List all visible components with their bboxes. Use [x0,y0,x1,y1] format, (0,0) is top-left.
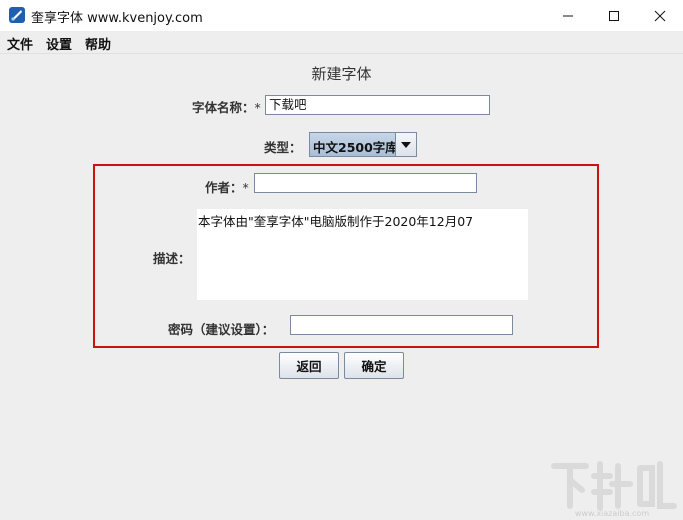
app-logo-icon [9,7,25,23]
author-label-text: 作者： [205,180,243,195]
svg-text:www.xiazaiba.com: www.xiazaiba.com [575,509,649,518]
watermark-logo-icon: www.xiazaiba.com [551,461,677,518]
minimize-icon [563,15,573,16]
confirm-button[interactable]: 确定 [344,352,404,379]
window-title: 奎享字体 www.kvenjoy.com [31,11,203,26]
menu-help[interactable]: 帮助 [85,34,111,53]
font-name-label-text: 字体名称： [192,100,255,115]
description-label: 描述： [153,251,191,266]
type-select-value: 中文2500字库 [313,140,398,155]
close-button[interactable] [637,0,683,31]
type-label: 类型： [264,140,302,155]
password-input[interactable] [290,315,513,335]
type-select[interactable]: 中文2500字库 [309,132,417,157]
title-bar: 奎享字体 www.kvenjoy.com [0,0,683,31]
maximize-button[interactable] [591,0,637,31]
required-mark: * [254,100,261,115]
author-input[interactable] [254,173,477,193]
menu-settings[interactable]: 设置 [46,34,72,53]
chevron-down-icon [401,141,411,148]
maximize-icon [609,10,619,21]
description-textarea[interactable]: 本字体由"奎享字体"电脑版制作于2020年12月07 [197,209,528,300]
required-mark: * [242,180,249,195]
menu-bar: 文件 设置 帮助 [0,31,683,54]
back-button[interactable]: 返回 [279,352,339,379]
minimize-button[interactable] [545,0,591,31]
form-title: 新建字体 [311,65,372,83]
close-icon [654,10,666,21]
password-label: 密码（建议设置）： [168,322,275,337]
type-select-arrow[interactable] [395,133,416,156]
font-name-input[interactable]: 下载吧 [265,95,490,115]
menu-file[interactable]: 文件 [7,34,33,53]
author-label: 作者：* [205,177,249,196]
font-name-label: 字体名称：* [192,97,261,116]
